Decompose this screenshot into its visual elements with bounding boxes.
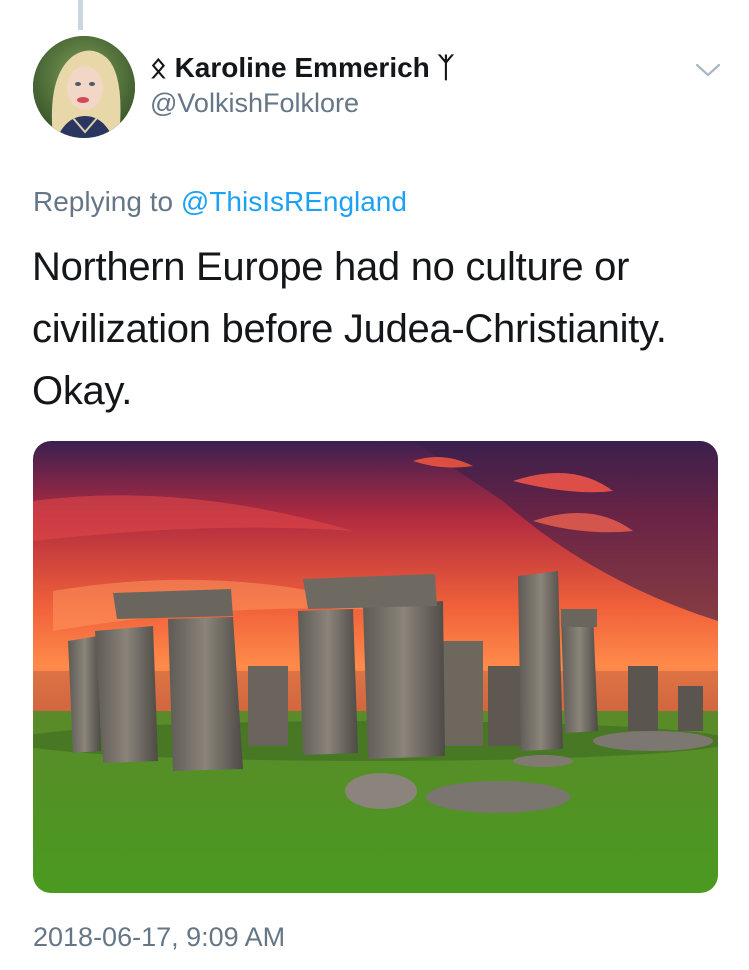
author-handle[interactable]: @VolkishFolklore	[150, 88, 359, 119]
chevron-down-icon[interactable]	[694, 60, 722, 80]
replying-prefix: Replying to	[33, 186, 181, 217]
tweet-image[interactable]	[33, 441, 718, 893]
avatar[interactable]	[33, 36, 135, 138]
replying-to: Replying to @ThisIsREngland	[33, 186, 407, 218]
thread-connector-line	[78, 0, 83, 30]
tweet-timestamp[interactable]: 2018-06-17, 9:09 AM	[33, 922, 285, 953]
author-name[interactable]: ᛟ Karoline Emmerich ᛉ	[150, 52, 454, 84]
tweet-text: Northern Europe had no culture or civili…	[32, 245, 667, 413]
reply-mention-link[interactable]: @ThisIsREngland	[181, 186, 407, 217]
